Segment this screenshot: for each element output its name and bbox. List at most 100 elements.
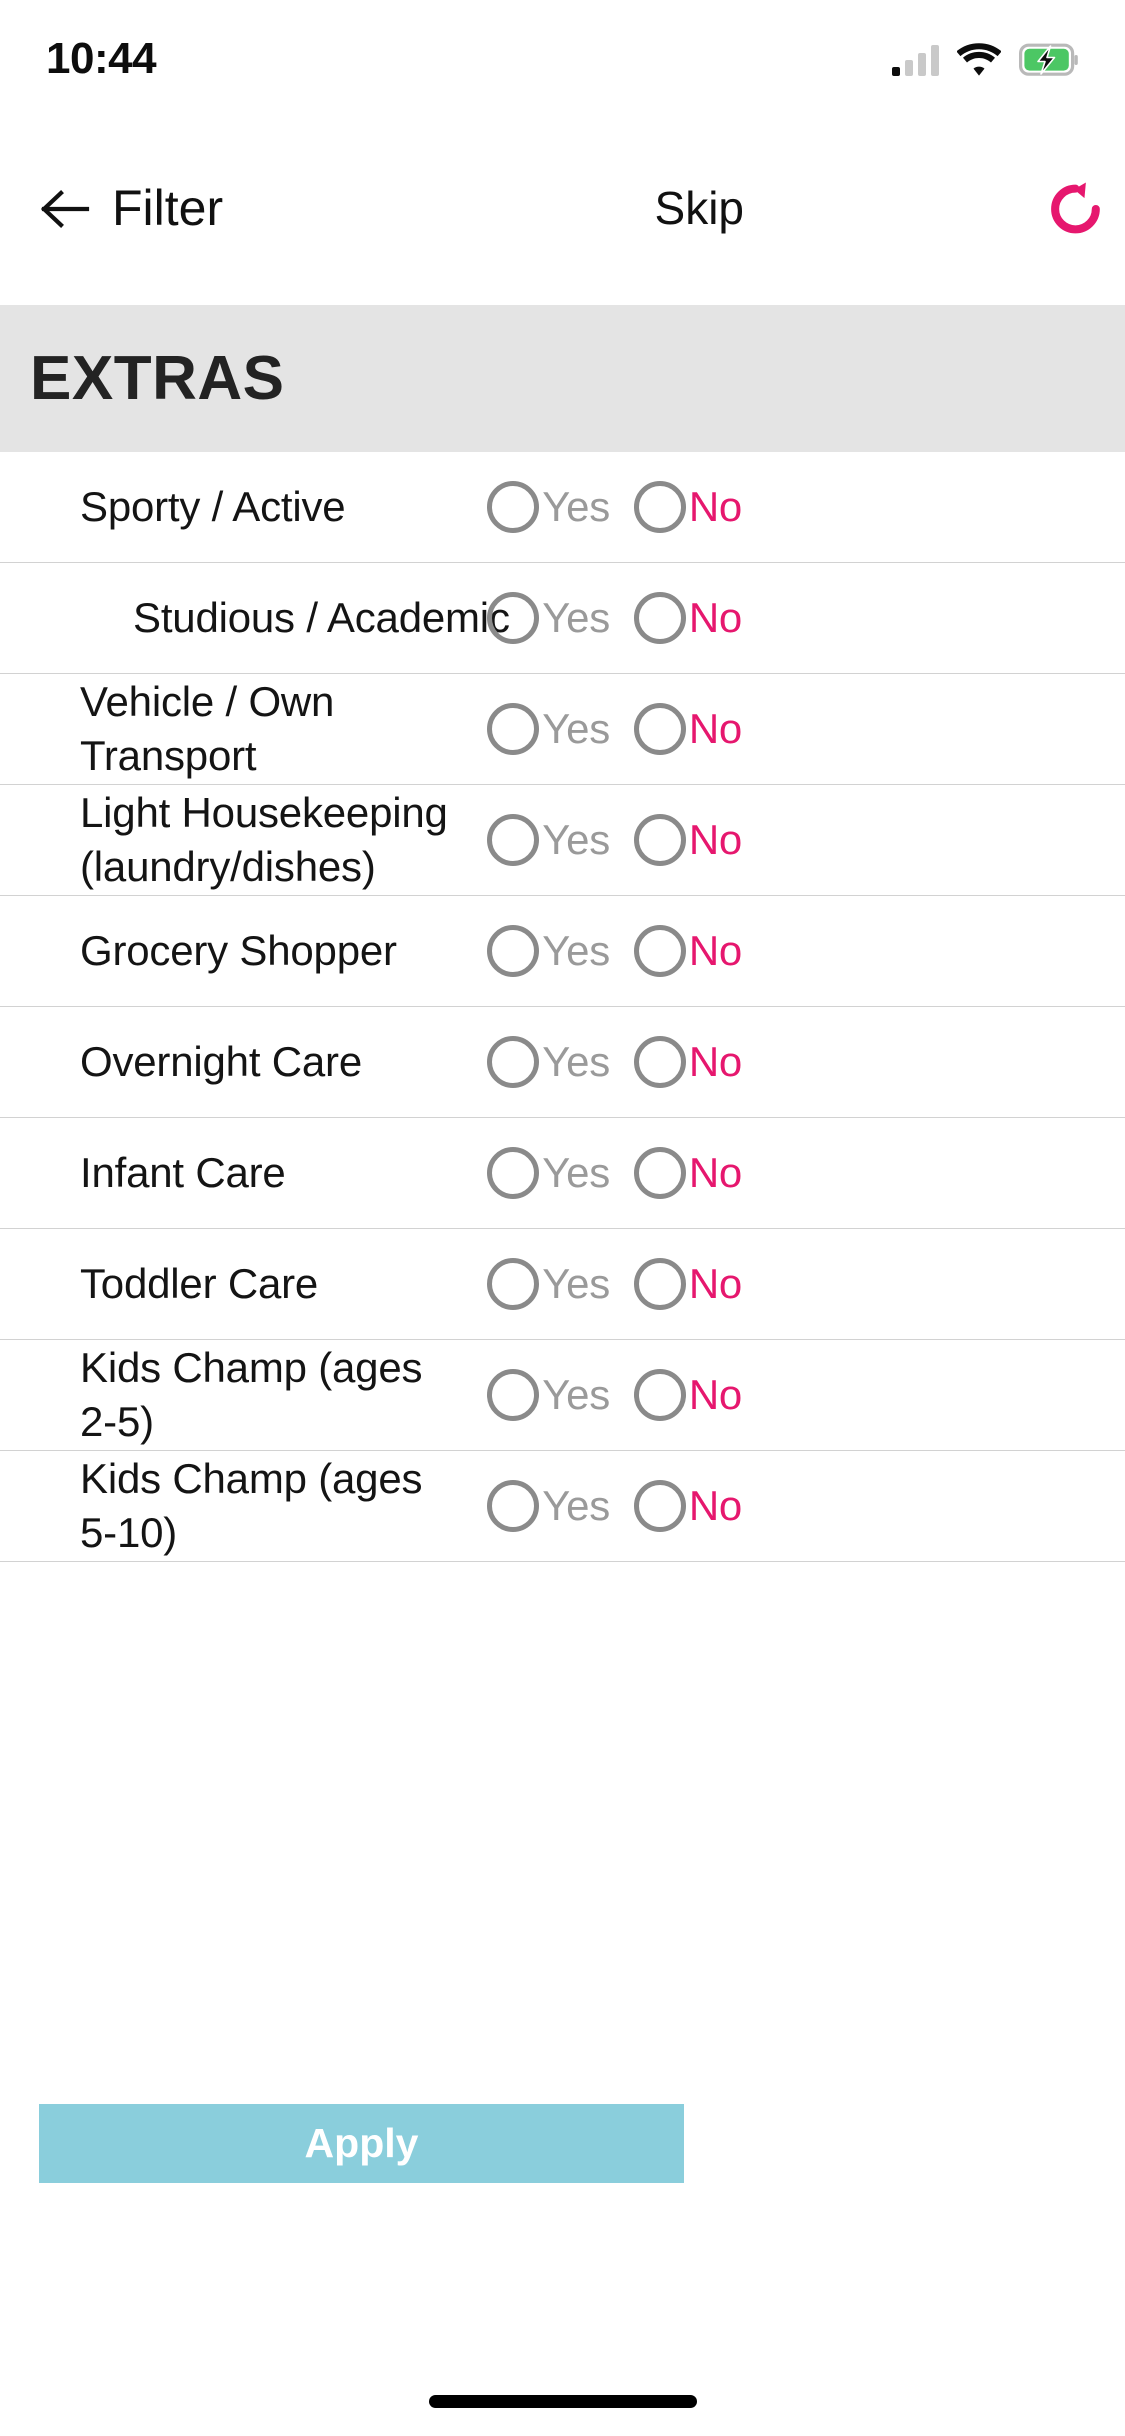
row-label-line1: Infant Care	[80, 1149, 286, 1196]
radio-label-no: No	[688, 1371, 742, 1418]
radio-option-yes[interactable]: Yes	[487, 588, 610, 648]
radio-option-no[interactable]: No	[633, 588, 742, 648]
yes-no-radio-group: Yes No	[487, 1254, 1125, 1314]
radio-option-no[interactable]: No	[633, 699, 742, 759]
radio-label-yes: Yes	[542, 1149, 610, 1196]
table-row: Infant Care Yes No	[0, 1118, 1125, 1229]
radio-option-no[interactable]: No	[633, 921, 742, 981]
radio-option-yes[interactable]: Yes	[487, 699, 610, 759]
radio-label-yes: Yes	[542, 594, 610, 641]
radio-label-yes: Yes	[542, 1371, 610, 1418]
yes-no-radio-group: Yes No	[487, 588, 1125, 648]
radio-circle-yes-icon[interactable]	[487, 592, 540, 644]
radio-option-no[interactable]: No	[633, 810, 742, 870]
row-label-line1: Vehicle / Own Transport	[80, 678, 335, 779]
home-indicator[interactable]	[428, 2395, 697, 2408]
radio-label-no: No	[688, 594, 742, 641]
radio-circle-no-icon[interactable]	[633, 1036, 686, 1088]
radio-label-no: No	[688, 1038, 742, 1085]
table-row: Studious / Academic Yes No	[0, 563, 1125, 674]
yes-no-radio-group: Yes No	[487, 810, 1125, 870]
radio-circle-yes-icon[interactable]	[487, 481, 540, 533]
radio-option-yes[interactable]: Yes	[487, 1032, 610, 1092]
radio-label-no: No	[688, 1149, 742, 1196]
radio-label-no: No	[688, 705, 742, 752]
radio-label-no: No	[688, 1260, 742, 1307]
row-label: Kids Champ (ages 2-5)	[80, 1341, 460, 1449]
radio-option-no[interactable]: No	[633, 1143, 742, 1203]
table-row: Vehicle / Own Transport Yes No	[0, 674, 1125, 785]
radio-option-yes[interactable]: Yes	[487, 1143, 610, 1203]
radio-label-yes: Yes	[542, 816, 610, 863]
row-label: Sporty / Active	[80, 480, 346, 534]
radio-option-yes[interactable]: Yes	[487, 1476, 610, 1536]
radio-circle-yes-icon[interactable]	[487, 814, 540, 866]
wifi-icon	[957, 43, 1001, 77]
reset-refresh-icon[interactable]	[1040, 174, 1110, 244]
yes-no-radio-group: Yes No	[487, 1365, 1125, 1425]
back-arrow-icon[interactable]	[38, 181, 94, 237]
radio-option-yes[interactable]: Yes	[487, 810, 610, 870]
table-row: Grocery Shopper Yes No	[0, 896, 1125, 1007]
radio-circle-no-icon[interactable]	[633, 1369, 686, 1421]
row-label: Kids Champ (ages 5-10)	[80, 1452, 460, 1560]
radio-label-yes: Yes	[542, 483, 610, 530]
apply-button[interactable]: Apply	[39, 2104, 684, 2183]
radio-option-yes[interactable]: Yes	[487, 477, 610, 537]
status-bar-time: 10:44	[46, 34, 157, 83]
radio-circle-no-icon[interactable]	[633, 1480, 686, 1532]
row-label: Infant Care	[80, 1146, 286, 1200]
row-label: Overnight Care	[80, 1035, 362, 1089]
radio-label-yes: Yes	[542, 705, 610, 752]
radio-circle-yes-icon[interactable]	[487, 1258, 540, 1310]
radio-circle-no-icon[interactable]	[633, 814, 686, 866]
radio-option-yes[interactable]: Yes	[487, 1365, 610, 1425]
yes-no-radio-group: Yes No	[487, 699, 1125, 759]
radio-option-no[interactable]: No	[633, 1032, 742, 1092]
radio-circle-no-icon[interactable]	[633, 1147, 686, 1199]
table-row: Sporty / Active Yes No	[0, 452, 1125, 563]
row-label-line2: (laundry/dishes)	[80, 843, 376, 890]
table-row: Kids Champ (ages 2-5) Yes No	[0, 1340, 1125, 1451]
skip-button[interactable]: Skip	[655, 180, 744, 234]
row-label: Light Housekeeping (laundry/dishes)	[80, 786, 448, 894]
radio-label-yes: Yes	[542, 1260, 610, 1307]
table-row: Toddler Care Yes No	[0, 1229, 1125, 1340]
radio-circle-yes-icon[interactable]	[487, 1369, 540, 1421]
table-row: Kids Champ (ages 5-10) Yes No	[0, 1451, 1125, 1562]
yes-no-radio-group: Yes No	[487, 921, 1125, 981]
radio-option-no[interactable]: No	[633, 1476, 742, 1536]
radio-circle-yes-icon[interactable]	[487, 1480, 540, 1532]
row-label-line1: Sporty / Active	[80, 483, 346, 530]
radio-circle-no-icon[interactable]	[633, 925, 686, 977]
row-label-line1: Kids Champ (ages 2-5)	[80, 1344, 423, 1445]
radio-option-no[interactable]: No	[633, 1365, 742, 1425]
radio-option-no[interactable]: No	[633, 1254, 742, 1314]
radio-option-yes[interactable]: Yes	[487, 1254, 610, 1314]
radio-circle-no-icon[interactable]	[633, 703, 686, 755]
table-row: Overnight Care Yes No	[0, 1007, 1125, 1118]
row-label-line1: Toddler Care	[80, 1260, 319, 1307]
radio-option-yes[interactable]: Yes	[487, 921, 610, 981]
radio-label-no: No	[688, 816, 742, 863]
row-label-line1: Studious / Academic	[133, 594, 510, 641]
yes-no-radio-group: Yes No	[487, 1143, 1125, 1203]
section-header-extras: EXTRAS	[0, 305, 1125, 452]
row-label: Vehicle / Own Transport	[80, 675, 460, 783]
radio-circle-no-icon[interactable]	[633, 1258, 686, 1310]
radio-circle-yes-icon[interactable]	[487, 1147, 540, 1199]
yes-no-radio-group: Yes No	[487, 477, 1125, 537]
row-label: Grocery Shopper	[80, 924, 397, 978]
radio-circle-yes-icon[interactable]	[487, 703, 540, 755]
radio-circle-no-icon[interactable]	[633, 481, 686, 533]
status-bar: 10:44	[0, 0, 1125, 112]
header-nav-bar: Filter Skip	[0, 112, 1125, 305]
radio-circle-yes-icon[interactable]	[487, 1036, 540, 1088]
row-label-line1: Light Housekeeping	[80, 789, 448, 836]
radio-label-no: No	[688, 1482, 742, 1529]
radio-label-yes: Yes	[542, 1482, 610, 1529]
radio-option-no[interactable]: No	[633, 477, 742, 537]
radio-circle-yes-icon[interactable]	[487, 925, 540, 977]
cellular-signal-icon	[892, 44, 939, 76]
radio-circle-no-icon[interactable]	[633, 592, 686, 644]
